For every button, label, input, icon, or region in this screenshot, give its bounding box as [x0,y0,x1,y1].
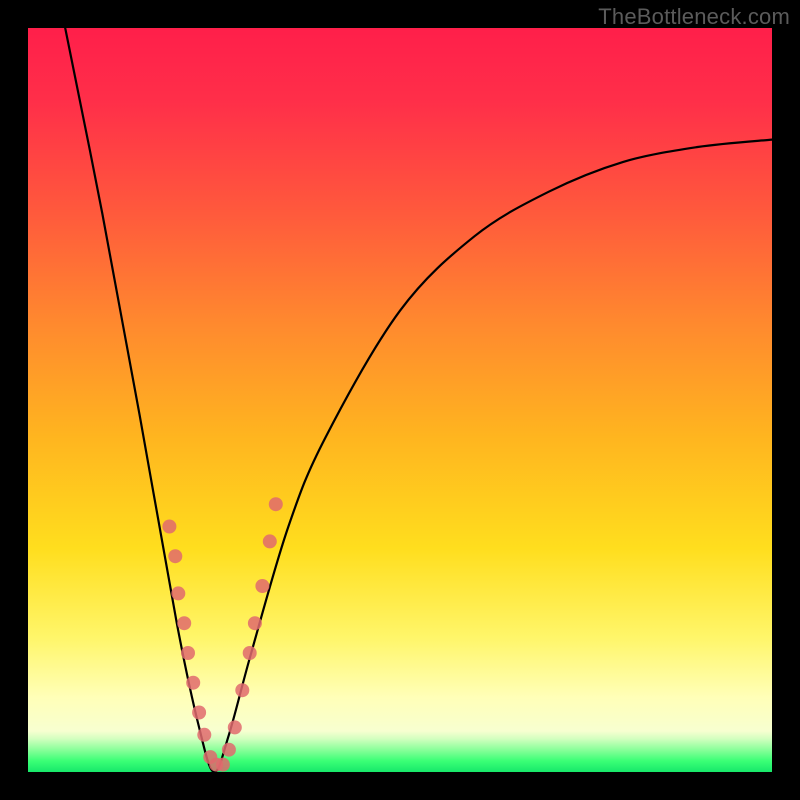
sample-dot [255,579,269,593]
sample-dot [181,646,195,660]
sample-dot [162,520,176,534]
bottleneck-curve [65,28,772,772]
sample-dot [192,706,206,720]
sample-dot [197,728,211,742]
watermark-text: TheBottleneck.com [598,4,790,30]
sample-dot [222,743,236,757]
sample-dot [168,549,182,563]
sample-dot [243,646,257,660]
sample-dot [171,586,185,600]
sample-dot [216,758,230,772]
sample-dot [248,616,262,630]
sample-dot [269,497,283,511]
sample-dot [228,720,242,734]
sample-dots [162,497,282,771]
sample-dot [177,616,191,630]
sample-dot [263,534,277,548]
curve-layer [28,28,772,772]
sample-dot [186,676,200,690]
chart-frame: TheBottleneck.com [0,0,800,800]
plot-area [28,28,772,772]
sample-dot [235,683,249,697]
